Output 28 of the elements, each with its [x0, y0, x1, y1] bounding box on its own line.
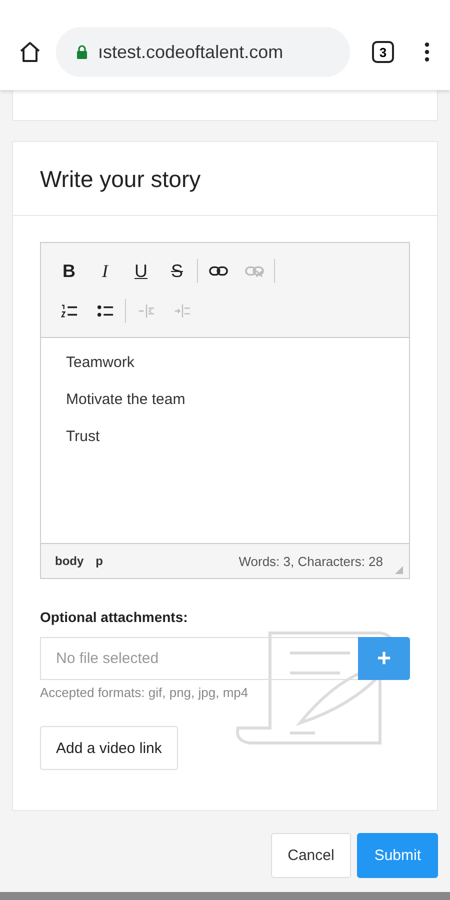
- file-field[interactable]: No file selected: [40, 637, 358, 680]
- element-path-item[interactable]: p: [96, 554, 104, 568]
- home-icon[interactable]: [18, 40, 42, 64]
- tab-count[interactable]: 3: [372, 41, 394, 63]
- editor-paragraph: Trust: [66, 428, 101, 445]
- address-bar[interactable]: ıstest.codeoftalent.com: [56, 27, 350, 77]
- formats-hint: Accepted formats: gif, png, jpg, mp4: [40, 685, 250, 700]
- bold-button[interactable]: B: [51, 255, 87, 287]
- editor-paragraph: Motivate the team: [66, 391, 186, 408]
- strike-button[interactable]: S: [159, 255, 195, 287]
- unlink-icon: [244, 265, 264, 277]
- word-count: Words: 3, Characters: 28: [238, 554, 383, 568]
- card-title: Write your story: [40, 166, 202, 193]
- attachments-label: Optional attachments:: [40, 609, 189, 625]
- italic-button[interactable]: I: [87, 255, 123, 287]
- bullet-list-icon: [96, 304, 114, 318]
- underline-button[interactable]: U: [123, 255, 159, 287]
- indent-icon: [174, 304, 190, 318]
- video-link-button[interactable]: Add a video link: [40, 726, 178, 770]
- cancel-button[interactable]: Cancel: [270, 833, 352, 878]
- numbered-list-icon: [60, 304, 78, 318]
- element-path-item[interactable]: body: [55, 554, 84, 568]
- menu-icon[interactable]: [424, 41, 430, 63]
- resize-handle-icon[interactable]: [395, 566, 403, 574]
- outdent-icon: [138, 304, 154, 318]
- editor-paragraph: Teamwork: [66, 354, 136, 371]
- url-text: ıstest.codeoftalent.com: [98, 42, 284, 62]
- link-icon: [208, 265, 228, 277]
